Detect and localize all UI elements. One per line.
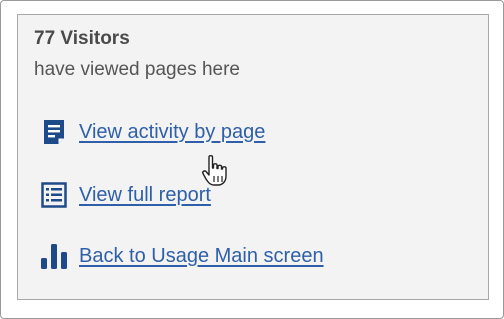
view-full-report-link[interactable]: View full report (40, 180, 211, 210)
report-list-icon (40, 181, 68, 209)
view-activity-by-page-link[interactable]: View activity by page (40, 117, 265, 147)
page-icon (40, 118, 68, 146)
view-activity-by-page-label[interactable]: View activity by page (79, 121, 265, 144)
visitor-count: 77 Visitors (34, 28, 130, 49)
widget-frame: 77 Visitors have viewed pages here View … (0, 0, 504, 319)
back-to-usage-main-link[interactable]: Back to Usage Main screen (40, 241, 324, 271)
view-full-report-label[interactable]: View full report (79, 184, 211, 207)
bar-chart-icon (40, 242, 68, 270)
back-to-usage-main-label[interactable]: Back to Usage Main screen (79, 245, 324, 268)
visitor-description: have viewed pages here (34, 59, 240, 80)
visitors-card: 77 Visitors have viewed pages here View … (17, 14, 489, 300)
